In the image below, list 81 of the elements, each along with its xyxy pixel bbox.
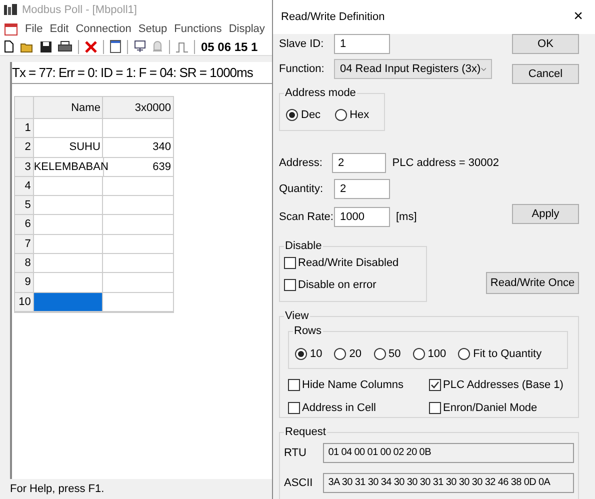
radio-button[interactable]: 50 (374, 346, 401, 362)
poll-status-text: Tx = 77: Err = 0: ID = 1: F = 04: SR = 1000ms (12, 64, 253, 82)
menu-item[interactable]: Setup (138, 20, 168, 38)
menu-item[interactable]: Display (228, 20, 265, 38)
menu-item[interactable]: File (25, 20, 43, 38)
row-number: 9 (15, 273, 34, 293)
table-cell[interactable] (34, 196, 104, 216)
pulse-icon[interactable] (176, 40, 188, 52)
button[interactable]: Read/Write Once (486, 272, 579, 294)
field-label: RTU (284, 446, 308, 461)
table-cell[interactable] (34, 215, 104, 235)
table-cell[interactable] (34, 234, 104, 254)
table-cell[interactable] (34, 119, 104, 138)
field-label: Function: (279, 62, 326, 77)
radio-button[interactable]: 10 (295, 346, 322, 362)
group-title: Request (284, 425, 327, 439)
field-label: Quantity: (279, 182, 324, 197)
column-header[interactable]: 3x0000 (103, 97, 173, 119)
radio-button[interactable]: Hex (334, 106, 370, 123)
app-icon (4, 4, 18, 16)
menu-item[interactable]: Connection (76, 20, 132, 38)
window-title: Modbus Poll - [Mbpoll1] (22, 2, 137, 18)
table-cell[interactable]: SUHU (34, 138, 104, 158)
table-cell[interactable]: 340 (103, 138, 173, 158)
caret-icon (480, 66, 486, 72)
unit-label: [ms] (396, 210, 417, 225)
row-number: 10 (15, 292, 34, 312)
field-label: Scan Rate: (279, 210, 334, 225)
input-field[interactable]: 2 (334, 179, 390, 199)
radio-button[interactable]: Dec (286, 106, 321, 123)
checkmark-icon (430, 380, 440, 390)
menu-item[interactable]: Edit (50, 20, 69, 38)
close-button[interactable]: × (570, 9, 587, 25)
table-cell[interactable] (34, 292, 104, 312)
function-dropdown[interactable]: 04 Read Input Registers (3x) (334, 59, 492, 79)
dialog-title: Read/Write Definition (281, 10, 385, 25)
table-cell[interactable] (34, 176, 104, 196)
row-number: 4 (15, 176, 34, 196)
field-label: ASCII (284, 476, 314, 491)
plc-address-text: PLC address = 30002 (392, 156, 499, 171)
radio-button[interactable]: 20 (334, 346, 362, 362)
checkbox[interactable]: PLC Addresses (Base 1) (429, 377, 574, 394)
field-label: Address: (279, 156, 324, 171)
row-number: 3 (15, 158, 34, 177)
folder-icon[interactable] (20, 40, 34, 52)
table-cell[interactable] (34, 254, 104, 274)
button[interactable]: Apply (512, 204, 579, 224)
printer-icon[interactable] (58, 40, 72, 52)
checkbox[interactable]: Read/Write Disabled (284, 255, 426, 272)
monitor-icon[interactable] (134, 40, 146, 53)
radio-button[interactable]: Fit to Quantity (458, 346, 542, 362)
button[interactable]: Cancel (512, 64, 579, 84)
new-file-icon[interactable] (4, 40, 14, 53)
document-icon (4, 22, 18, 36)
field-label: Slave ID: (279, 36, 325, 52)
readonly-field: 3A 30 31 30 34 30 30 30 31 30 30 30 32 46 38 0D 0A (323, 473, 574, 493)
row-number: 5 (15, 196, 34, 216)
input-field[interactable]: 1000 (334, 207, 390, 227)
button[interactable]: OK (512, 34, 579, 54)
status-bar-text: For Help, press F1. (10, 482, 104, 497)
radio-button[interactable]: 100 (412, 346, 446, 362)
column-header[interactable]: Name (34, 97, 104, 119)
row-number: 8 (15, 254, 34, 274)
row-number: 2 (15, 138, 34, 158)
save-icon[interactable] (40, 40, 52, 52)
dropdown-value: 04 Read Input Registers (3x) (340, 62, 481, 77)
input-field[interactable]: 1 (334, 34, 390, 54)
checkbox[interactable]: Disable on error (284, 276, 426, 293)
checkbox[interactable]: Hide Name Columns (288, 377, 429, 394)
delete-icon[interactable] (85, 40, 97, 52)
table-cell[interactable] (34, 273, 104, 293)
row-number: 6 (15, 215, 34, 235)
checkbox[interactable]: Enron/Daniel Mode (429, 400, 574, 416)
bell-icon[interactable] (152, 40, 163, 53)
window-icon[interactable] (110, 40, 121, 53)
input-field[interactable]: 2 (332, 153, 386, 173)
readonly-field: 01 04 00 01 00 02 20 0B (323, 443, 574, 463)
row-number: 7 (15, 234, 34, 254)
checkbox[interactable]: Address in Cell (288, 400, 429, 416)
menu-item[interactable]: Functions (174, 20, 222, 38)
row-number: 1 (15, 119, 34, 138)
